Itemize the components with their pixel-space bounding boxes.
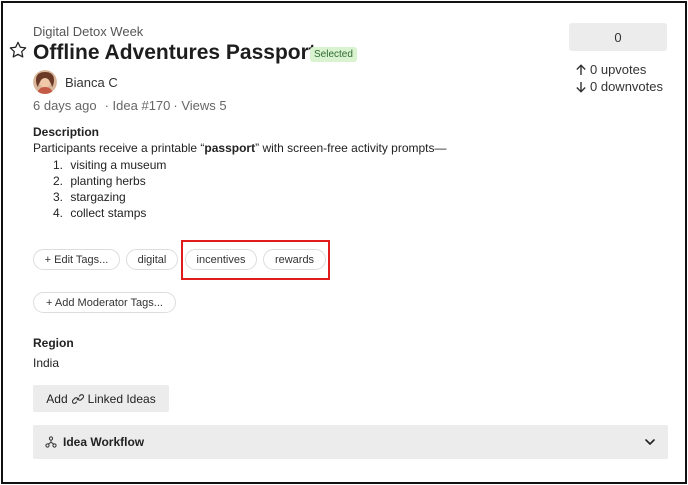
views-count: · Views 5 [173, 98, 227, 113]
status-badge: Selected [310, 47, 357, 62]
description-heading: Description [33, 125, 100, 139]
description-intro-end: ” with screen-free activity prompts— [255, 141, 447, 155]
idea-id: · Idea #170 [104, 98, 171, 113]
list-item: 2. planting herbs [53, 174, 146, 188]
description-text: Participants receive a printable “passpo… [33, 141, 447, 155]
vote-counts: 0 upvotes 0 downvotes [575, 61, 663, 95]
arrow-down-icon [576, 81, 586, 93]
upvotes-label: 0 upvotes [590, 62, 647, 77]
list-item: 3. stargazing [53, 190, 126, 204]
link-icon [71, 393, 84, 404]
linked-add-label: Add [46, 391, 68, 406]
category-label[interactable]: Digital Detox Week [33, 24, 143, 39]
star-icon[interactable] [8, 40, 28, 60]
page-title: Offline Adventures Passport [33, 41, 316, 64]
arrow-up-icon [576, 63, 586, 75]
activity-list: 1. visiting a museum 2. planting herbs 3… [53, 157, 166, 221]
add-moderator-tags-button[interactable]: + Add Moderator Tags... [33, 292, 176, 313]
highlight-box [181, 240, 330, 280]
vote-score-button[interactable]: 0 [569, 23, 667, 51]
region-value: India [33, 356, 60, 370]
description-intro-start: Participants receive a printable “ [33, 141, 205, 155]
edit-tags-button[interactable]: + Edit Tags... [33, 249, 120, 270]
idea-panel: Digital Detox Week Offline Adventures Pa… [1, 1, 687, 484]
list-item: 4. collect stamps [53, 206, 147, 220]
idea-workflow-accordion[interactable]: Idea Workflow [33, 425, 668, 459]
add-linked-ideas-button[interactable]: Add Linked Ideas [33, 385, 169, 412]
upvote-row[interactable]: 0 upvotes [575, 61, 663, 78]
author-name[interactable]: Bianca C [65, 75, 118, 90]
tag-digital[interactable]: digital [126, 249, 178, 270]
list-item: 1. visiting a museum [53, 158, 167, 172]
avatar[interactable] [33, 70, 57, 94]
linked-ideas-label: Linked Ideas [87, 391, 156, 406]
description-intro-bold: passport [204, 141, 256, 155]
region-heading: Region [33, 336, 74, 350]
posted-time: 6 days ago [33, 98, 97, 113]
chevron-down-icon[interactable] [644, 436, 656, 448]
workflow-label: Idea Workflow [63, 435, 145, 449]
downvotes-label: 0 downvotes [590, 79, 663, 94]
idea-meta: 6 days ago · Idea #170 · Views 5 [33, 98, 227, 113]
workflow-icon [45, 436, 57, 448]
downvote-row[interactable]: 0 downvotes [575, 78, 663, 95]
